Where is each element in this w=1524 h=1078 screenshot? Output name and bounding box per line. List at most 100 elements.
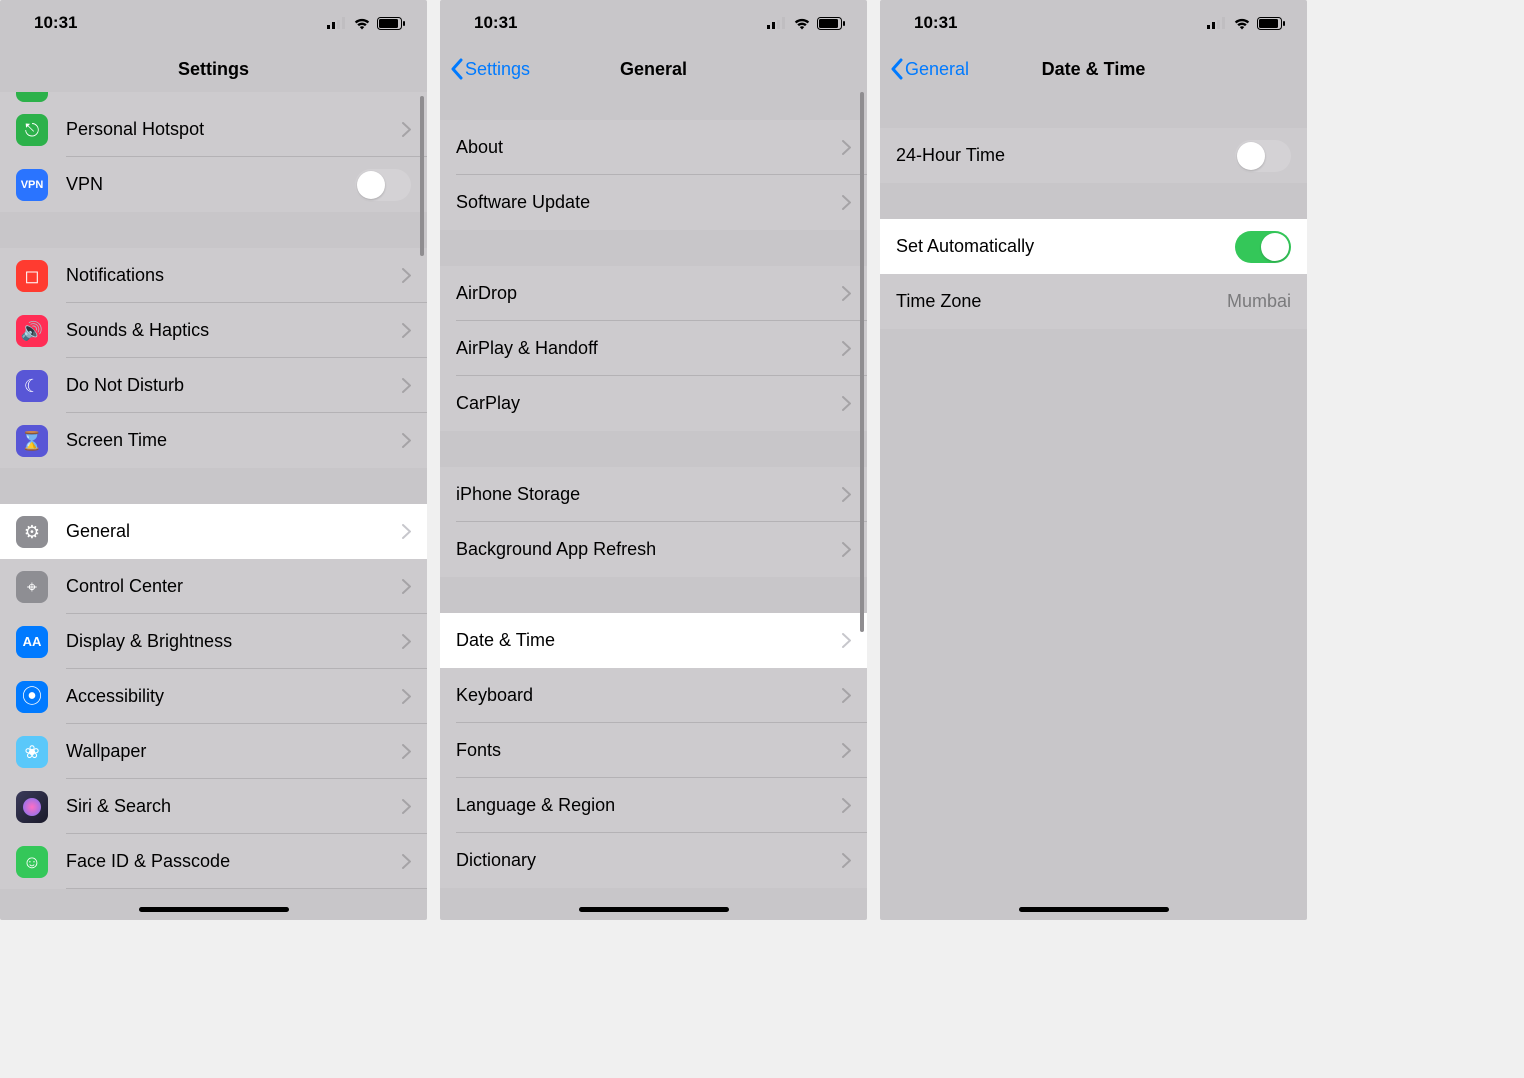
row-label: Sounds & Haptics — [66, 320, 394, 341]
siri-icon — [16, 791, 48, 823]
row-label: About — [456, 137, 834, 158]
row-cellular[interactable] — [0, 92, 427, 102]
row-airdrop[interactable]: AirDrop — [440, 266, 867, 321]
toggle-set-automatically[interactable] — [1235, 231, 1291, 263]
row-airplay[interactable]: AirPlay & Handoff — [440, 321, 867, 376]
chevron-right-icon — [842, 195, 851, 210]
vertical-scrollbar[interactable] — [420, 96, 424, 256]
chevron-right-icon — [402, 122, 411, 137]
home-indicator[interactable] — [139, 907, 289, 912]
row-display[interactable]: AA Display & Brightness — [0, 614, 427, 669]
row-label: Fonts — [456, 740, 834, 761]
row-software-update[interactable]: Software Update — [440, 175, 867, 230]
nav-bar: Settings — [0, 46, 427, 92]
row-label: CarPlay — [456, 393, 834, 414]
phone-settings: 10:31 Settings ⎋ Personal Hotspot — [0, 0, 427, 920]
phone-general: 10:31 Settings General About Software Up… — [440, 0, 867, 920]
faceid-icon: ☺ — [16, 846, 48, 878]
chevron-right-icon — [402, 433, 411, 448]
nav-bar: General Date & Time — [880, 46, 1307, 92]
row-dnd[interactable]: ☾ Do Not Disturb — [0, 358, 427, 413]
status-time: 10:31 — [914, 13, 957, 33]
row-label: Face ID & Passcode — [66, 851, 394, 872]
controlcenter-icon: ⌖ — [16, 571, 48, 603]
row-label: Control Center — [66, 576, 394, 597]
wallpaper-icon: ❀ — [16, 736, 48, 768]
chevron-right-icon — [402, 744, 411, 759]
wifi-icon — [793, 17, 811, 30]
battery-icon — [377, 17, 405, 30]
row-keyboard[interactable]: Keyboard — [440, 668, 867, 723]
chevron-right-icon — [402, 799, 411, 814]
row-notifications[interactable]: ◻ Notifications — [0, 248, 427, 303]
row-accessibility[interactable]: ⦿ Accessibility — [0, 669, 427, 724]
row-label: 24-Hour Time — [896, 145, 1235, 166]
cellular-signal-icon — [767, 17, 787, 29]
row-label: Display & Brightness — [66, 631, 394, 652]
general-list: About Software Update AirDrop AirPlay & … — [440, 92, 867, 888]
cellular-signal-icon — [327, 17, 347, 29]
row-about[interactable]: About — [440, 120, 867, 175]
row-24hour[interactable]: 24-Hour Time — [880, 128, 1307, 183]
back-label: Settings — [465, 59, 530, 80]
row-language-region[interactable]: Language & Region — [440, 778, 867, 833]
row-label: Language & Region — [456, 795, 834, 816]
nav-bar: Settings General — [440, 46, 867, 92]
row-label: Dictionary — [456, 850, 834, 871]
back-button[interactable]: General — [890, 58, 969, 80]
chevron-right-icon — [842, 396, 851, 411]
home-indicator[interactable] — [1019, 907, 1169, 912]
row-label: VPN — [66, 174, 355, 195]
wifi-icon — [353, 17, 371, 30]
row-general[interactable]: ⚙ General — [0, 504, 427, 559]
datetime-list: 24-Hour Time Set Automatically Time Zone… — [880, 92, 1307, 329]
chevron-right-icon — [842, 798, 851, 813]
row-label: AirDrop — [456, 283, 834, 304]
chevron-right-icon — [402, 268, 411, 283]
timezone-value: Mumbai — [1227, 291, 1291, 312]
chevron-right-icon — [402, 579, 411, 594]
hourglass-icon: ⌛ — [16, 425, 48, 457]
home-indicator[interactable] — [579, 907, 729, 912]
wifi-icon — [1233, 17, 1251, 30]
vertical-scrollbar[interactable] — [860, 92, 864, 632]
row-label: Personal Hotspot — [66, 119, 394, 140]
chevron-right-icon — [842, 853, 851, 868]
row-wallpaper[interactable]: ❀ Wallpaper — [0, 724, 427, 779]
row-personal-hotspot[interactable]: ⎋ Personal Hotspot — [0, 102, 427, 157]
row-dictionary[interactable]: Dictionary — [440, 833, 867, 888]
row-timezone[interactable]: Time Zone Mumbai — [880, 274, 1307, 329]
settings-list: ⎋ Personal Hotspot VPN VPN ◻ Notificatio… — [0, 92, 427, 889]
chevron-right-icon — [842, 286, 851, 301]
back-button[interactable]: Settings — [450, 58, 530, 80]
row-iphone-storage[interactable]: iPhone Storage — [440, 467, 867, 522]
row-fonts[interactable]: Fonts — [440, 723, 867, 778]
row-label: Accessibility — [66, 686, 394, 707]
chevron-right-icon — [402, 689, 411, 704]
chevron-right-icon — [842, 688, 851, 703]
row-vpn[interactable]: VPN VPN — [0, 157, 427, 212]
row-screentime[interactable]: ⌛ Screen Time — [0, 413, 427, 468]
chevron-right-icon — [402, 323, 411, 338]
row-background-refresh[interactable]: Background App Refresh — [440, 522, 867, 577]
chevron-left-icon — [890, 58, 903, 80]
row-faceid[interactable]: ☺ Face ID & Passcode — [0, 834, 427, 889]
status-bar: 10:31 — [440, 0, 867, 46]
row-label: Do Not Disturb — [66, 375, 394, 396]
row-date-time[interactable]: Date & Time — [440, 613, 867, 668]
back-label: General — [905, 59, 969, 80]
row-siri[interactable]: Siri & Search — [0, 779, 427, 834]
gear-icon: ⚙ — [16, 516, 48, 548]
row-label: Set Automatically — [896, 236, 1235, 257]
row-set-automatically[interactable]: Set Automatically — [880, 219, 1307, 274]
status-bar: 10:31 — [880, 0, 1307, 46]
toggle-24hour[interactable] — [1235, 140, 1291, 172]
phone-datetime: 10:31 General Date & Time 24-Hour Time S… — [880, 0, 1307, 920]
vpn-icon: VPN — [16, 169, 48, 201]
vpn-toggle[interactable] — [355, 169, 411, 201]
row-sounds[interactable]: 🔊 Sounds & Haptics — [0, 303, 427, 358]
row-controlcenter[interactable]: ⌖ Control Center — [0, 559, 427, 614]
chevron-right-icon — [842, 633, 851, 648]
row-label: Software Update — [456, 192, 834, 213]
row-carplay[interactable]: CarPlay — [440, 376, 867, 431]
